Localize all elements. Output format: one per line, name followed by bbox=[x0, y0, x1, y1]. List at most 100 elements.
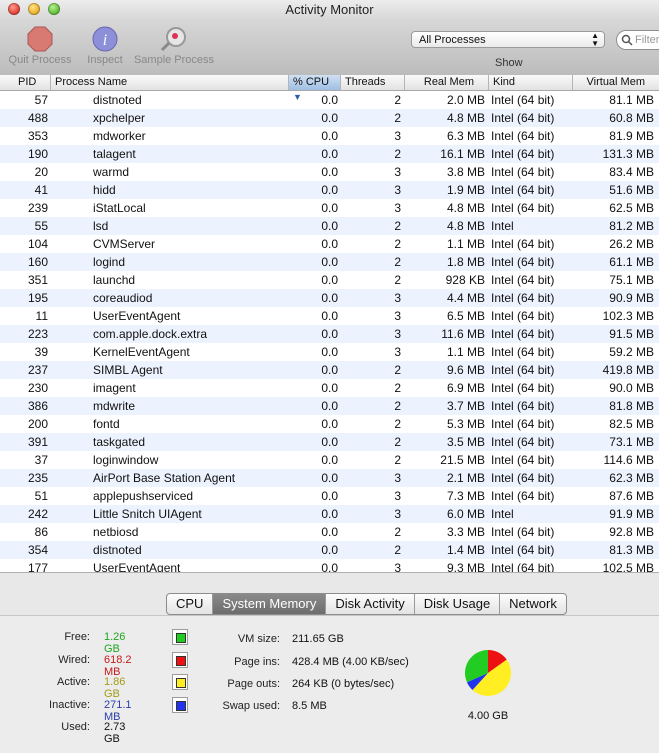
column-header-kind[interactable]: Kind bbox=[489, 75, 573, 90]
cell-process-name: imagent bbox=[93, 381, 136, 395]
table-row[interactable]: 57 distnoted 0.0 2 2.0 MB Intel (64 bit) 81.1 … bbox=[0, 91, 659, 109]
inactive-color-swatch[interactable] bbox=[172, 697, 188, 713]
tab-disk-activity[interactable]: Disk Activity bbox=[326, 594, 415, 614]
cell-real-mem: 2.1 MB bbox=[446, 471, 485, 485]
cell-cpu: 0.0 bbox=[321, 543, 338, 557]
cell-real-mem: 9.6 MB bbox=[446, 363, 485, 377]
cell-kind: Intel bbox=[491, 507, 514, 521]
system-memory-panel: Free: 1.26 GB Wired: 618.2 MB Active: 1.… bbox=[0, 615, 659, 753]
table-row[interactable]: 391 taskgated 0.0 2 3.5 MB Intel (64 bit) 73.1… bbox=[0, 433, 659, 451]
cell-kind: Intel bbox=[491, 219, 514, 233]
wired-color-swatch[interactable] bbox=[172, 652, 188, 668]
cell-pid: 11 bbox=[35, 309, 48, 323]
table-row[interactable]: 104 CVMServer 0.0 2 1.1 MB Intel (64 bit) 26.2… bbox=[0, 235, 659, 253]
quit-process-button[interactable]: Quit Process bbox=[6, 26, 74, 66]
cell-threads: 2 bbox=[394, 525, 401, 539]
cell-virtual-mem: 90.0 MB bbox=[609, 381, 654, 395]
cell-cpu: 0.0 bbox=[321, 417, 338, 431]
sample-process-button[interactable]: Sample Process bbox=[132, 26, 216, 66]
cell-cpu: 0.0 bbox=[321, 147, 338, 161]
cell-process-name: logind bbox=[93, 255, 126, 269]
cell-pid: 57 bbox=[34, 93, 48, 107]
cell-virtual-mem: 75.1 MB bbox=[609, 273, 654, 287]
cell-virtual-mem: 131.3 MB bbox=[602, 147, 654, 161]
cell-virtual-mem: 61.1 MB bbox=[609, 255, 654, 269]
cell-pid: 177 bbox=[27, 561, 48, 572]
cell-process-name: UserEventAgent bbox=[93, 309, 181, 323]
cell-pid: 488 bbox=[27, 111, 48, 125]
column-header-pid[interactable]: PID bbox=[0, 75, 51, 90]
cell-kind: Intel (64 bit) bbox=[491, 345, 555, 359]
cell-real-mem: 3.8 MB bbox=[446, 165, 485, 179]
process-table[interactable]: PID Process Name % CPU ▼ Threads Real Me… bbox=[0, 75, 659, 572]
cell-pid: 41 bbox=[34, 183, 48, 197]
tab-system-memory[interactable]: System Memory bbox=[213, 594, 327, 614]
table-row[interactable]: 353 mdworker 0.0 3 6.3 MB Intel (64 bit) 81.9 … bbox=[0, 127, 659, 145]
cell-pid: 37 bbox=[34, 453, 48, 467]
cell-kind: Intel (64 bit) bbox=[491, 363, 555, 377]
table-row[interactable]: 200 fontd 0.0 2 5.3 MB Intel (64 bit) 82.5 MB bbox=[0, 415, 659, 433]
cell-threads: 2 bbox=[394, 93, 401, 107]
cell-process-name: KernelEventAgent bbox=[93, 345, 190, 359]
table-row[interactable]: 386 mdwrite 0.0 2 3.7 MB Intel (64 bit) 81.8 M… bbox=[0, 397, 659, 415]
tab-cpu[interactable]: CPU bbox=[167, 594, 214, 614]
memory-active-label: Active: bbox=[56, 676, 90, 688]
cell-cpu: 0.0 bbox=[321, 453, 338, 467]
table-row[interactable]: 51 applepushserviced 0.0 3 7.3 MB Intel (64 b… bbox=[0, 487, 659, 505]
column-header-cpu[interactable]: % CPU ▼ bbox=[289, 75, 341, 102]
table-row[interactable]: 177 UserEventAgent 0.0 3 9.3 MB Intel (64 bit… bbox=[0, 559, 659, 572]
cell-threads: 3 bbox=[394, 129, 401, 143]
vm-size-value: 211.65 GB bbox=[292, 633, 344, 645]
table-row[interactable]: 55 lsd 0.0 2 4.8 MB Intel 81.2 MB bbox=[0, 217, 659, 235]
table-row[interactable]: 488 xpchelper 0.0 2 4.8 MB Intel (64 bit) 60.8… bbox=[0, 109, 659, 127]
column-header-virtual-mem[interactable]: Virtual Mem bbox=[573, 75, 659, 90]
cell-virtual-mem: 91.5 MB bbox=[609, 327, 654, 341]
cell-threads: 3 bbox=[394, 327, 401, 341]
table-row[interactable]: 223 com.apple.dock.extra 0.0 3 11.6 MB Intel … bbox=[0, 325, 659, 343]
table-row[interactable]: 235 AirPort Base Station Agent 0.0 3 2.1 MB I… bbox=[0, 469, 659, 487]
column-header-process-name[interactable]: Process Name bbox=[51, 75, 289, 90]
memory-inactive-value: 271.1 MB bbox=[104, 699, 132, 723]
table-row[interactable]: 41 hidd 0.0 3 1.9 MB Intel (64 bit) 51.6 MB bbox=[0, 181, 659, 199]
table-row[interactable]: 354 distnoted 0.0 2 1.4 MB Intel (64 bit) 81.3… bbox=[0, 541, 659, 559]
table-row[interactable]: 242 Little Snitch UIAgent 0.0 3 6.0 MB Intel 9… bbox=[0, 505, 659, 523]
table-row[interactable]: 39 KernelEventAgent 0.0 3 1.1 MB Intel (64 bi… bbox=[0, 343, 659, 361]
table-row[interactable]: 239 iStatLocal 0.0 3 4.8 MB Intel (64 bit) 62.… bbox=[0, 199, 659, 217]
cell-threads: 2 bbox=[394, 399, 401, 413]
cell-real-mem: 4.8 MB bbox=[446, 219, 485, 233]
free-color-swatch[interactable] bbox=[172, 629, 188, 645]
cell-pid: 160 bbox=[27, 255, 48, 269]
cell-threads: 2 bbox=[394, 273, 401, 287]
cell-cpu: 0.0 bbox=[321, 93, 338, 107]
tab-disk-usage[interactable]: Disk Usage bbox=[415, 594, 501, 614]
table-row[interactable]: 160 logind 0.0 2 1.8 MB Intel (64 bit) 61.1 MB bbox=[0, 253, 659, 271]
table-row[interactable]: 11 UserEventAgent 0.0 3 6.5 MB Intel (64 bit)… bbox=[0, 307, 659, 325]
cell-threads: 3 bbox=[394, 345, 401, 359]
table-row[interactable]: 230 imagent 0.0 2 6.9 MB Intel (64 bit) 90.0 M… bbox=[0, 379, 659, 397]
cell-pid: 230 bbox=[27, 381, 48, 395]
table-row[interactable]: 190 talagent 0.0 2 16.1 MB Intel (64 bit) 131.… bbox=[0, 145, 659, 163]
table-row[interactable]: 351 launchd 0.0 2 928 KB Intel (64 bit) 75.1 M… bbox=[0, 271, 659, 289]
table-row[interactable]: 237 SIMBL Agent 0.0 2 9.6 MB Intel (64 bit) 41… bbox=[0, 361, 659, 379]
cell-threads: 3 bbox=[394, 561, 401, 572]
table-row[interactable]: 86 netbiosd 0.0 2 3.3 MB Intel (64 bit) 92.8 M… bbox=[0, 523, 659, 541]
column-header-real-mem[interactable]: Real Mem bbox=[405, 75, 489, 90]
cell-virtual-mem: 87.6 MB bbox=[609, 489, 654, 503]
cell-kind: Intel (64 bit) bbox=[491, 525, 555, 539]
cell-real-mem: 3.5 MB bbox=[446, 435, 485, 449]
inspect-button[interactable]: i Inspect bbox=[80, 26, 130, 66]
tab-network[interactable]: Network bbox=[500, 594, 566, 614]
table-row[interactable]: 37 loginwindow 0.0 2 21.5 MB Intel (64 bit) 11… bbox=[0, 451, 659, 469]
cell-threads: 2 bbox=[394, 219, 401, 233]
cell-pid: 190 bbox=[27, 147, 48, 161]
process-filter-select[interactable]: All Processes ▲ ▼ bbox=[411, 31, 605, 48]
table-row[interactable]: 195 coreaudiod 0.0 3 4.4 MB Intel (64 bit) 90.… bbox=[0, 289, 659, 307]
column-header-threads[interactable]: Threads bbox=[341, 75, 405, 90]
cell-pid: 237 bbox=[27, 363, 48, 377]
cell-process-name: com.apple.dock.extra bbox=[93, 327, 208, 341]
table-row[interactable]: 20 warmd 0.0 3 3.8 MB Intel (64 bit) 83.4 MB bbox=[0, 163, 659, 181]
cell-real-mem: 2.0 MB bbox=[446, 93, 485, 107]
cell-process-name: lsd bbox=[93, 219, 109, 233]
active-color-swatch[interactable] bbox=[172, 674, 188, 690]
filter-search-field[interactable]: Filter bbox=[616, 30, 659, 50]
